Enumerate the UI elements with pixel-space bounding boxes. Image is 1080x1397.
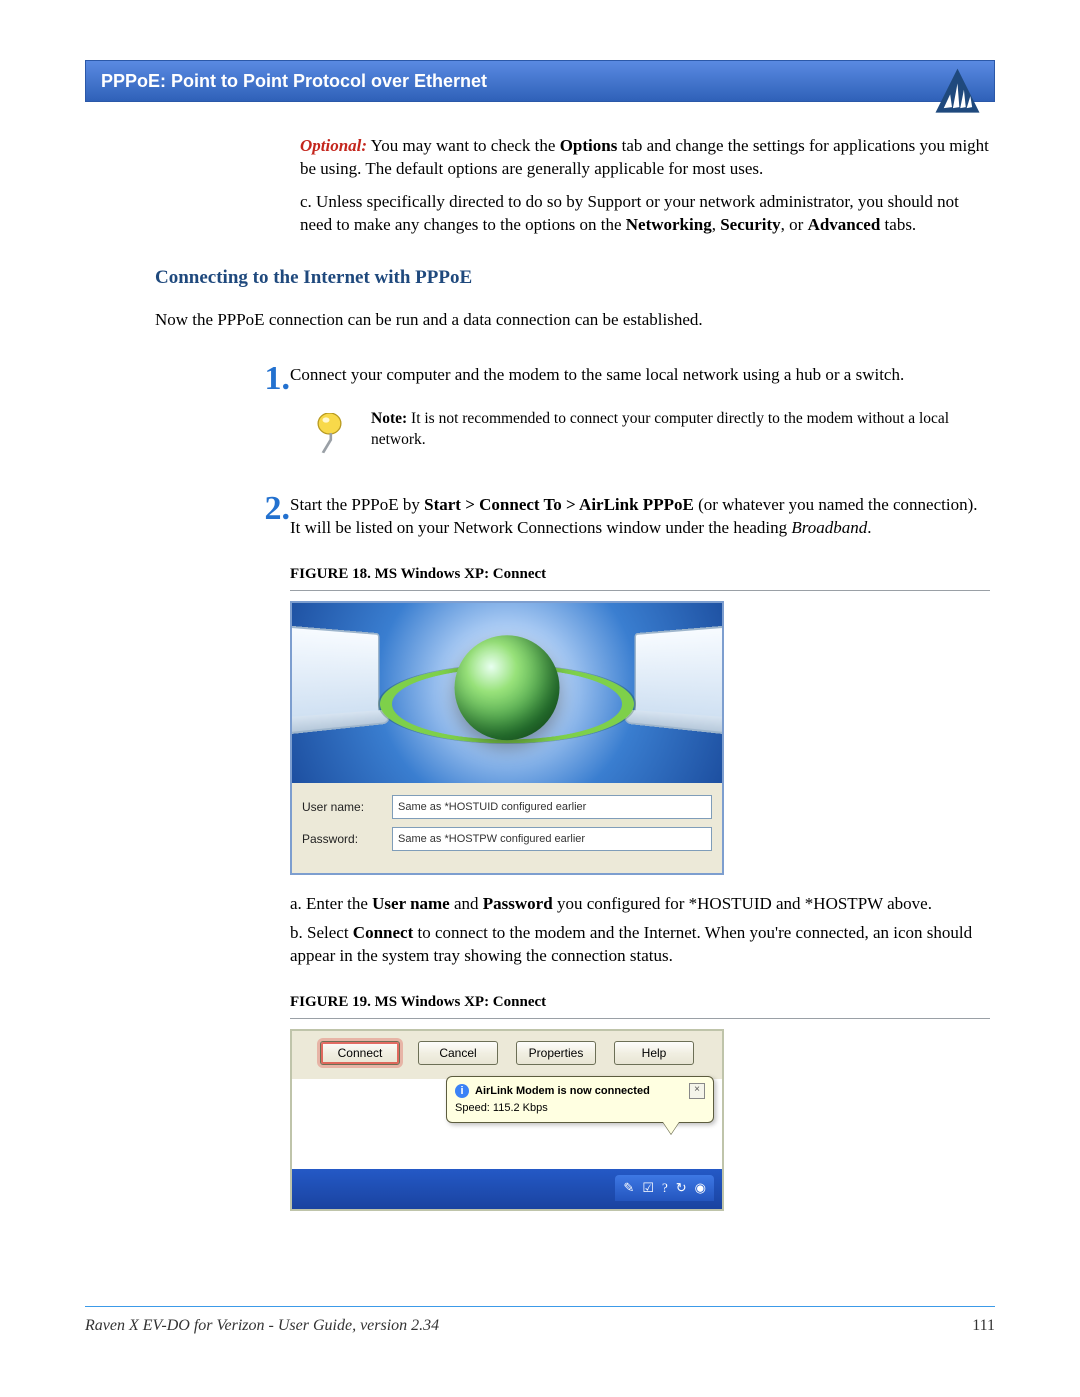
- balloon-title: AirLink Modem is now connected: [475, 1085, 650, 1097]
- balloon-speed: Speed: 115.2 Kbps: [455, 1102, 705, 1114]
- header-title: PPPoE: Point to Point Protocol over Ethe…: [101, 71, 487, 92]
- username-input[interactable]: Same as *HOSTUID configured earlier: [392, 795, 712, 819]
- password-input[interactable]: Same as *HOSTPW configured earlier: [392, 827, 712, 851]
- laptop-right-icon: [635, 624, 722, 723]
- cancel-button[interactable]: Cancel: [418, 1041, 498, 1065]
- pushpin-icon: [312, 413, 347, 453]
- taskbar: ✎ ☑ ? ↻ ◉: [292, 1169, 722, 1209]
- step-1: Connect your computer and the modem to t…: [290, 364, 990, 453]
- security-bold: Security: [720, 215, 780, 234]
- connect-button[interactable]: Connect: [320, 1041, 400, 1065]
- password-label: Password:: [302, 831, 392, 847]
- section-heading: Connecting to the Internet with PPPoE: [155, 265, 990, 291]
- username-label: User name:: [302, 799, 392, 815]
- menu-path: Start > Connect To > AirLink PPPoE: [424, 495, 694, 514]
- header-bar: PPPoE: Point to Point Protocol over Ethe…: [85, 60, 995, 102]
- system-tray[interactable]: ✎ ☑ ? ↻ ◉: [615, 1175, 714, 1201]
- note-label: Note:: [371, 410, 407, 427]
- step-number-1: 1.: [235, 360, 290, 398]
- page-number: 111: [972, 1317, 995, 1335]
- password-bold: Password: [483, 894, 553, 913]
- figure-18: User name: Same as *HOSTUID configured e…: [290, 601, 724, 875]
- optional-label: Optional:: [300, 136, 367, 155]
- options-bold: Options: [560, 136, 618, 155]
- intro-block: Optional: You may want to check the Opti…: [300, 135, 990, 237]
- globe-icon: [455, 635, 560, 740]
- tray-icon[interactable]: ☑: [642, 1179, 654, 1197]
- note-text: It is not recommended to connect your co…: [371, 410, 949, 448]
- properties-button[interactable]: Properties: [516, 1041, 596, 1065]
- connect-banner-image: [292, 603, 722, 783]
- info-icon: i: [455, 1084, 469, 1098]
- username-bold: User name: [372, 894, 450, 913]
- step-number-2: 2.: [235, 490, 290, 528]
- tray-icon[interactable]: ↻: [676, 1179, 687, 1197]
- advanced-bold: Advanced: [808, 215, 881, 234]
- figure-19: Connect Cancel Properties Help i AirLink…: [290, 1029, 724, 1211]
- help-button[interactable]: Help: [614, 1041, 694, 1065]
- laptop-left-icon: [292, 624, 379, 723]
- step-2: Start the PPPoE by Start > Connect To > …: [290, 494, 990, 1211]
- figure-19-caption: FIGURE 19. MS Windows XP: Connect: [290, 992, 990, 1019]
- tray-icon[interactable]: ?: [662, 1179, 668, 1197]
- page-footer: Raven X EV-DO for Verizon - User Guide, …: [85, 1306, 995, 1335]
- networking-bold: Networking: [626, 215, 712, 234]
- section-intro: Now the PPPoE connection can be run and …: [155, 309, 990, 332]
- tray-icon[interactable]: ✎: [623, 1179, 634, 1197]
- connect-bold: Connect: [353, 923, 413, 942]
- step1-text: Connect your computer and the modem to t…: [290, 364, 990, 387]
- brand-logo: [930, 65, 985, 120]
- broadband-italic: Broadband: [791, 518, 867, 537]
- figure-18-caption: FIGURE 18. MS Windows XP: Connect: [290, 564, 990, 591]
- optional-text: You may want to check the: [367, 136, 560, 155]
- connection-balloon: i AirLink Modem is now connected × Speed…: [446, 1076, 714, 1123]
- tray-icon[interactable]: ◉: [695, 1179, 706, 1197]
- footer-title: Raven X EV-DO for Verizon - User Guide, …: [85, 1317, 439, 1335]
- balloon-close-button[interactable]: ×: [689, 1083, 705, 1099]
